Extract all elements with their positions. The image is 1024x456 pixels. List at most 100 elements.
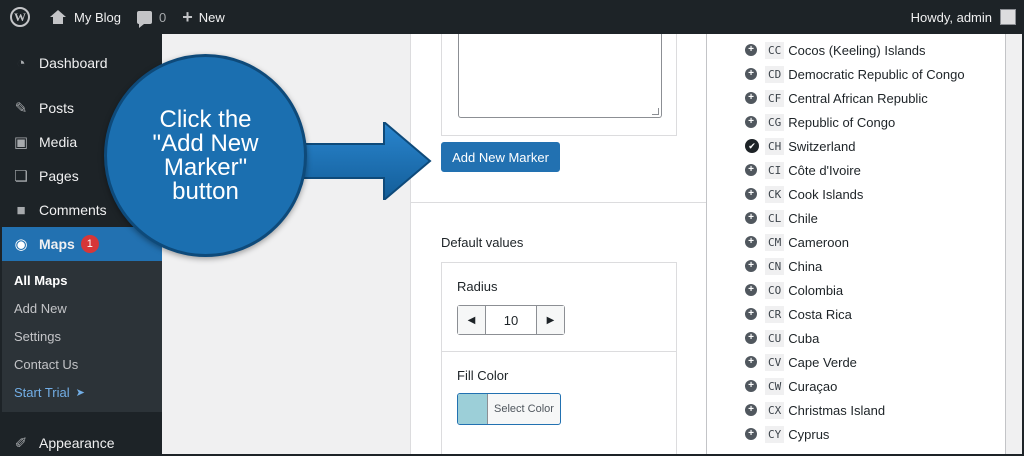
country-code: CD: [765, 65, 785, 83]
globe-icon: ◉: [14, 236, 28, 253]
add-new-marker-button[interactable]: Add New Marker: [441, 142, 560, 172]
country-name: Côte d'Ivoire: [788, 162, 861, 178]
plus-circle-icon[interactable]: +: [745, 188, 757, 200]
checkmark-icon[interactable]: ✔: [745, 139, 759, 153]
country-name: Colombia: [788, 282, 844, 298]
country-code: CY: [765, 425, 785, 443]
country-row[interactable]: + CX Christmas Island: [745, 398, 885, 422]
submenu-item-start-trial[interactable]: Start Trial ➤: [0, 378, 162, 406]
comment-icon: ■: [16, 201, 26, 219]
plus-circle-icon[interactable]: +: [745, 68, 757, 80]
country-code: CU: [765, 329, 785, 347]
select-color-label: Select Color: [494, 403, 554, 415]
account-menu[interactable]: Howdy, admin: [903, 0, 1024, 34]
default-values-box: Radius ◀ 10 ▶ Fill Color Select Color: [441, 262, 677, 456]
country-row[interactable]: + CO Colombia: [745, 278, 843, 302]
plus-circle-icon[interactable]: +: [745, 428, 757, 440]
sidebar-item-dashboard[interactable]: ◔ Dashboard: [0, 46, 162, 80]
country-row[interactable]: + CK Cook Islands: [745, 182, 863, 206]
country-row[interactable]: + CN China: [745, 254, 822, 278]
description-box: [441, 34, 677, 136]
plus-circle-icon[interactable]: +: [745, 260, 757, 272]
increment-button[interactable]: ▶: [536, 306, 564, 334]
home-icon: [50, 10, 66, 24]
country-row[interactable]: + CR Costa Rica: [745, 302, 852, 326]
submenu-item-all-maps[interactable]: All Maps: [0, 266, 162, 294]
callout-text: Click the "Add New Marker" button: [152, 105, 259, 205]
plus-circle-icon[interactable]: +: [745, 404, 757, 416]
new-content-button[interactable]: + New: [174, 0, 233, 34]
country-row[interactable]: ✔ CH Switzerland: [745, 134, 855, 158]
country-name: Cameroon: [788, 234, 849, 250]
avatar: [1000, 9, 1016, 25]
plus-circle-icon[interactable]: +: [745, 44, 757, 56]
plus-circle-icon[interactable]: +: [745, 212, 757, 224]
country-name: Central African Republic: [788, 90, 928, 106]
country-row[interactable]: + CU Cuba: [745, 326, 819, 350]
wordpress-logo-icon: W: [10, 7, 30, 27]
plus-circle-icon[interactable]: +: [745, 116, 757, 128]
sidebar-item-label: Media: [39, 134, 78, 150]
country-code: CV: [765, 353, 785, 371]
plus-circle-icon[interactable]: +: [745, 332, 757, 344]
sidebar-item-label: Comments: [39, 202, 107, 218]
plus-circle-icon[interactable]: +: [745, 284, 757, 296]
greeting-text: Howdy, admin: [910, 9, 992, 25]
sidebar-item-appearance[interactable]: ✐ Appearance: [0, 426, 162, 456]
callout-circle: Click the "Add New Marker" button: [104, 54, 307, 257]
country-row[interactable]: + CC Cocos (Keeling) Islands: [745, 38, 926, 62]
maps-submenu: All Maps Add New Settings Contact Us Sta…: [0, 261, 162, 412]
plus-circle-icon[interactable]: +: [745, 380, 757, 392]
decrement-button[interactable]: ◀: [458, 306, 486, 334]
sidebar-item-label: Maps: [39, 236, 75, 252]
plus-circle-icon[interactable]: +: [745, 236, 757, 248]
country-row[interactable]: + CG Republic of Congo: [745, 110, 895, 134]
sidebar-item-label: Appearance: [39, 435, 115, 451]
update-count-badge: 1: [80, 235, 99, 253]
resize-handle-icon[interactable]: [652, 108, 659, 115]
country-code: CO: [765, 281, 785, 299]
country-name: Cook Islands: [788, 186, 864, 202]
country-name: Switzerland: [788, 138, 856, 154]
country-name: Cuba: [788, 330, 820, 346]
country-name: China: [788, 258, 823, 274]
country-code: CN: [765, 257, 785, 275]
country-row[interactable]: + CY Cyprus: [745, 422, 829, 446]
submenu-item-contact-us[interactable]: Contact Us: [0, 350, 162, 378]
country-row[interactable]: + CF Central African Republic: [745, 86, 928, 110]
country-row[interactable]: + CL Chile: [745, 206, 818, 230]
country-name: Cocos (Keeling) Islands: [788, 42, 926, 58]
country-row[interactable]: + CI Côte d'Ivoire: [745, 158, 861, 182]
country-row[interactable]: + CD Democratic Republic of Congo: [745, 62, 965, 86]
submenu-item-settings[interactable]: Settings: [0, 322, 162, 350]
comments-link[interactable]: 0: [129, 0, 174, 34]
plus-circle-icon[interactable]: +: [745, 356, 757, 368]
submenu-item-add-new[interactable]: Add New: [0, 294, 162, 322]
country-row[interactable]: + CW Curaçao: [745, 374, 837, 398]
site-name-link[interactable]: My Blog: [42, 0, 129, 34]
caret-left-icon: ◀: [467, 314, 476, 326]
description-textarea[interactable]: [458, 34, 662, 118]
new-label: New: [198, 9, 225, 25]
country-name: Christmas Island: [788, 402, 886, 418]
wordpress-logo-button[interactable]: W: [0, 0, 42, 34]
select-color-button[interactable]: Select Color: [457, 393, 561, 425]
plus-circle-icon[interactable]: +: [745, 92, 757, 104]
section-divider: [411, 202, 706, 203]
sidebar-item-label: Posts: [39, 100, 75, 116]
country-row[interactable]: + CV Cape Verde: [745, 350, 857, 374]
color-swatch: [458, 394, 488, 424]
country-code: CH: [765, 137, 785, 155]
radius-input[interactable]: 10: [486, 306, 536, 334]
sidebar-item-maps[interactable]: ◉ Maps 1: [0, 227, 162, 261]
country-code: CL: [765, 209, 785, 227]
start-trial-label: Start Trial: [14, 384, 70, 400]
country-row[interactable]: + CM Cameroon: [745, 230, 849, 254]
country-name: Cyprus: [788, 426, 830, 442]
country-name: Cape Verde: [788, 354, 857, 370]
marker-settings-panel: Add New Marker Default values Radius ◀ 1…: [410, 34, 707, 456]
plus-circle-icon[interactable]: +: [745, 308, 757, 320]
country-name: Curaçao: [788, 378, 838, 394]
country-list-panel: + CC Cocos (Keeling) Islands + CD Democratic …: [706, 34, 1006, 456]
plus-circle-icon[interactable]: +: [745, 164, 757, 176]
